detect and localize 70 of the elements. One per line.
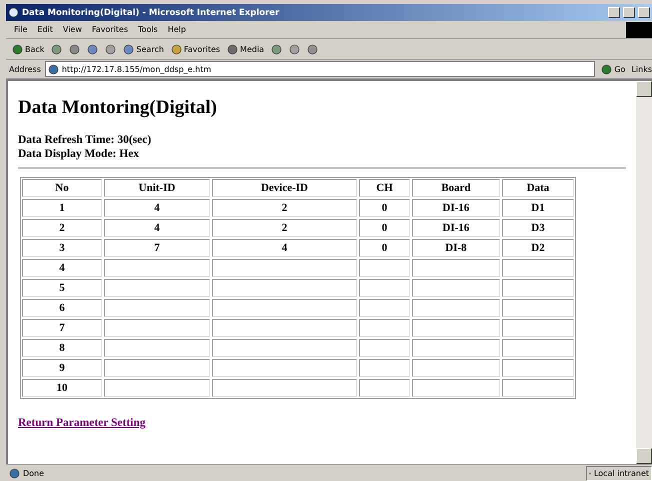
table-cell: 2: [22, 219, 102, 237]
search-button[interactable]: Search: [121, 44, 166, 54]
table-cell: 0: [359, 219, 410, 237]
table-cell: 10: [22, 379, 102, 397]
home-button[interactable]: [103, 44, 118, 54]
links-label[interactable]: Links: [631, 64, 652, 74]
table-cell: 6: [22, 299, 102, 317]
table-cell: 4: [212, 239, 357, 257]
info-text: Data Refresh Time: 30(sec): [18, 133, 152, 147]
table-cell: D1: [502, 199, 574, 217]
table-cell: 7: [104, 239, 210, 257]
header-cell: No: [22, 179, 102, 197]
table-cell: DI-16: [412, 199, 500, 217]
table-cell: 0: [359, 239, 410, 257]
table-cell: DI-16: [412, 219, 500, 237]
header-cell: Device-ID: [212, 179, 357, 197]
menu-item[interactable]: Edit: [33, 25, 57, 34]
status-text: Done: [6, 466, 583, 480]
address-field[interactable]: http://172.17.8.155/mon_ddsp_e.htm: [44, 61, 596, 77]
table-cell: DI-8: [412, 239, 500, 257]
scrollbar[interactable]: [636, 81, 652, 464]
table-cell: 5: [22, 279, 102, 297]
table-cell: 4: [22, 259, 102, 277]
table-cell: 9: [22, 359, 102, 377]
info-text: Data Display Mode: Hex: [18, 147, 140, 161]
table-cell: 7: [22, 319, 102, 337]
return-link[interactable]: Return Parameter Setting: [18, 417, 146, 429]
table-cell: 0: [359, 199, 410, 217]
history-button[interactable]: [269, 44, 284, 54]
table-cell: [359, 299, 410, 317]
print-button[interactable]: [305, 44, 320, 54]
stop-button[interactable]: [67, 44, 82, 54]
table-cell: 1: [22, 199, 102, 217]
table-cell: [359, 339, 410, 357]
menu-item[interactable]: Help: [164, 25, 190, 34]
menu-item[interactable]: File: [10, 25, 32, 34]
favorites-button[interactable]: Favorites: [168, 44, 222, 54]
table-cell: [359, 359, 410, 377]
address-label: Address: [9, 64, 41, 74]
header-cell: Board: [412, 179, 500, 197]
logo-tile: [626, 22, 652, 38]
table-cell: 8: [22, 339, 102, 357]
table-cell: 4: [104, 199, 210, 217]
back-button[interactable]: Back: [10, 44, 46, 54]
refresh-button[interactable]: [85, 44, 100, 54]
page-heading: Data Montoring(Digital): [18, 97, 218, 119]
close-button[interactable]: [638, 7, 650, 18]
table-cell: 2: [212, 219, 357, 237]
table-cell: [359, 319, 410, 337]
table-cell: [359, 259, 410, 277]
status-zone: Local intranet: [586, 466, 652, 480]
menu-item[interactable]: Favorites: [88, 25, 132, 34]
mail-button[interactable]: [287, 44, 302, 54]
forward-button[interactable]: [49, 44, 64, 54]
maximize-button[interactable]: [623, 7, 635, 18]
menu-item[interactable]: Tools: [134, 25, 162, 34]
window-title: Data Monitoring(Digital) - Microsoft Internet Explorer: [22, 8, 280, 18]
table-cell: [359, 279, 410, 297]
table-cell: D3: [502, 219, 574, 237]
menu-item[interactable]: View: [58, 25, 86, 34]
table-cell: 3: [22, 239, 102, 257]
header-cell: Unit-ID: [104, 179, 210, 197]
go-button[interactable]: Go: [599, 64, 628, 74]
header-cell: Data: [502, 179, 574, 197]
header-cell: CH: [359, 179, 410, 197]
table-cell: D2: [502, 239, 574, 257]
table-cell: 4: [104, 219, 210, 237]
minimize-button[interactable]: [608, 7, 620, 18]
media-button[interactable]: Media: [225, 44, 266, 54]
table-cell: 2: [212, 199, 357, 217]
